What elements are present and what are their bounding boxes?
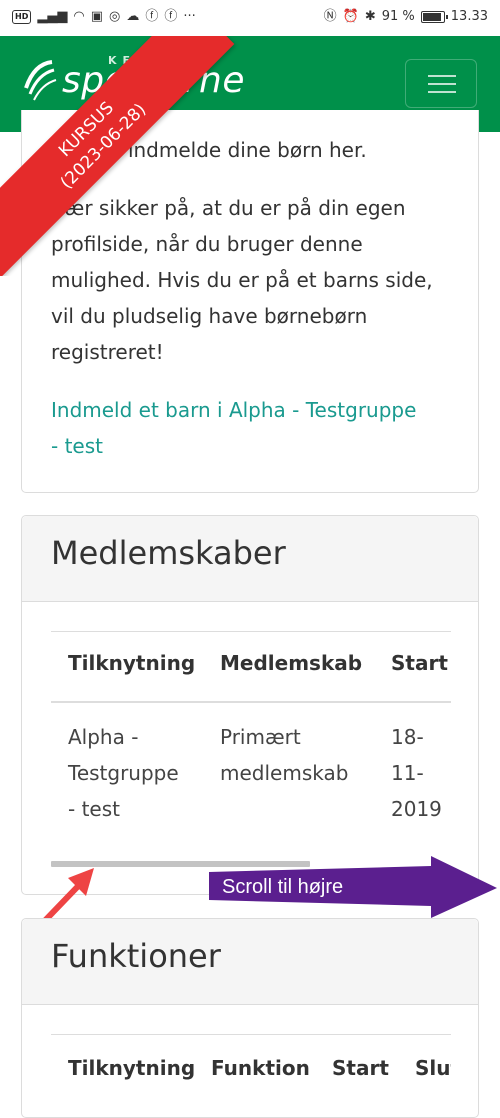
hamburger-line	[428, 91, 456, 93]
warning-line: vil du pludselig have børnebørn	[51, 304, 368, 328]
battery-percent: 91 %	[381, 9, 415, 24]
scroll-hint-text: Scroll til højre	[222, 876, 344, 898]
cell-line: 11-	[391, 761, 424, 785]
status-bar: HD ▂▄▆ ◠ ▣ ◎ ☁ ⓕ ⓕ ··· Ⓝ ⏰ ✱ 91 % 13.33	[0, 0, 500, 36]
cell-line: Testgruppe	[68, 761, 179, 785]
cell-line: Alpha -	[68, 725, 139, 749]
memberships-card: Medlemskaber Tilknytning Medlemskab Star…	[21, 515, 479, 895]
column-header-start: Start	[332, 1056, 389, 1080]
warning-line: mulighed. Hvis du er på et barns side,	[51, 268, 433, 292]
memberships-title: Medlemskaber	[51, 534, 286, 572]
cloud-icon: ☁	[126, 9, 140, 24]
clock: 13.33	[450, 9, 488, 24]
column-header-function: Funktion	[211, 1056, 310, 1080]
cell-membership: Primært medlemskab	[220, 719, 348, 791]
enroll-child-link[interactable]: Indmeld et barn i Alpha - Testgruppe - t…	[51, 392, 416, 464]
warning-text: Vær sikker på, at du er på din egen prof…	[51, 190, 433, 370]
cell-line: 2019	[391, 797, 442, 821]
hamburger-line	[428, 83, 456, 85]
status-bar-right: Ⓝ ⏰ ✱ 91 % 13.33	[324, 9, 488, 25]
warning-line: registreret!	[51, 340, 164, 364]
more-icon: ···	[183, 9, 196, 24]
nfc-icon: Ⓝ	[323, 9, 337, 24]
menu-toggle-button[interactable]	[405, 59, 477, 108]
column-header-start: Start	[391, 651, 448, 675]
facebook-icon-2: ⓕ	[164, 9, 178, 24]
cell-line: medlemskab	[220, 761, 349, 785]
column-header-affiliation: Tilknytning	[68, 651, 196, 675]
brand-logo-icon[interactable]	[22, 58, 58, 102]
cell-start: 18- 11- 2019	[391, 719, 442, 827]
instagram-icon: ◎	[108, 9, 121, 24]
functions-table-scroll[interactable]: Tilknytning Funktion Start Slut	[51, 1034, 451, 1094]
column-header-end: Slut	[415, 1056, 451, 1080]
battery-icon	[420, 11, 448, 23]
alarm-icon: ⏰	[342, 9, 359, 24]
enroll-link-line[interactable]: Indmeld et barn i Alpha - Testgruppe	[51, 392, 416, 428]
functions-title: Funktioner	[51, 937, 221, 975]
hd-badge: HD	[12, 10, 32, 24]
header-divider	[51, 701, 451, 703]
facebook-icon: ⓕ	[145, 9, 159, 24]
table-top-border	[51, 1034, 451, 1035]
cell-line: 18-	[391, 725, 424, 749]
table-top-border	[51, 631, 451, 632]
cell-line: Primært	[220, 725, 301, 749]
cell-line: - test	[68, 797, 120, 821]
warning-line: Vær sikker på, at du er på din egen	[51, 196, 406, 220]
bluetooth-icon: ✱	[364, 9, 376, 24]
warning-line: profilside, når du bruger denne	[51, 232, 363, 256]
notification-icon: ▣	[90, 9, 103, 24]
brand-name[interactable]: spejderne	[62, 60, 245, 101]
hamburger-line	[428, 75, 456, 77]
memberships-table-scroll[interactable]: Tilknytning Medlemskab Start Alpha - Tes…	[51, 631, 451, 871]
wifi-icon: ◠	[73, 9, 85, 24]
cell-affiliation: Alpha - Testgruppe - test	[68, 719, 179, 827]
intro-partial-text: Du kan indmelde dine børn her.	[51, 138, 367, 162]
intro-card: Du kan indmelde dine børn her. Vær sikke…	[21, 110, 479, 493]
signal-icon: ▂▄▆	[37, 9, 68, 24]
column-header-affiliation: Tilknytning	[68, 1056, 196, 1080]
enroll-link-line[interactable]: - test	[51, 428, 416, 464]
column-header-membership: Medlemskab	[220, 651, 363, 675]
functions-card: Funktioner Tilknytning Funktion Start Sl…	[21, 918, 479, 1118]
status-bar-left: HD ▂▄▆ ◠ ▣ ◎ ☁ ⓕ ⓕ ···	[12, 9, 196, 25]
